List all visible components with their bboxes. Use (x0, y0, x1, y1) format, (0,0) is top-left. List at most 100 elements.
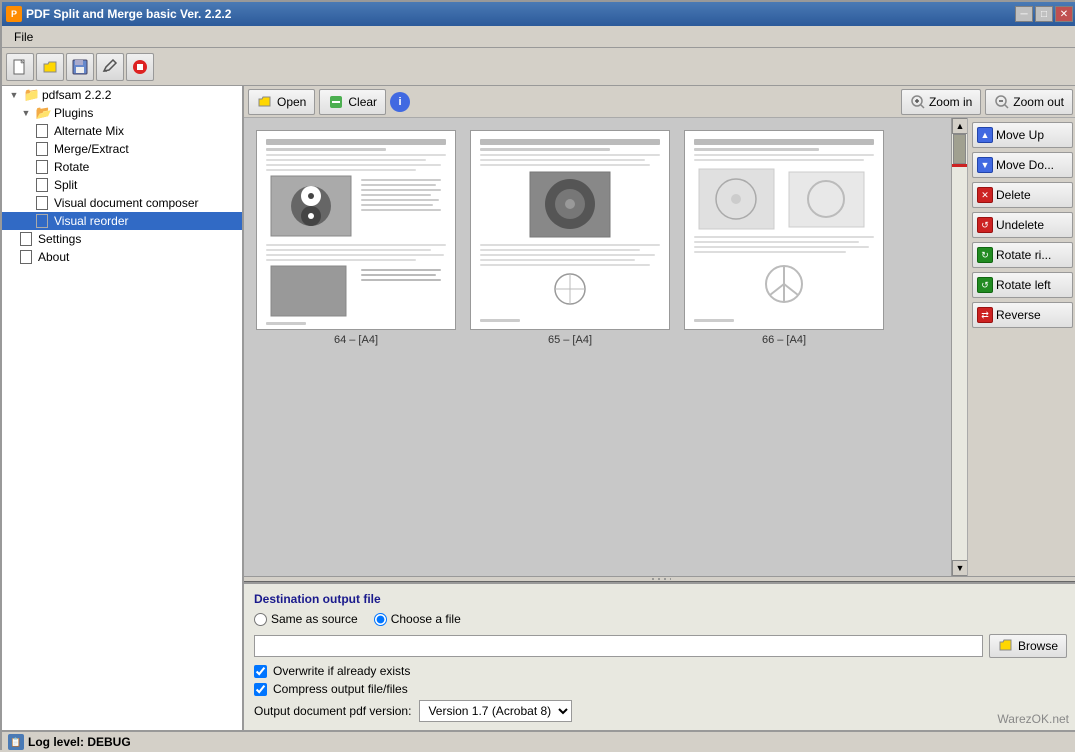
clear-button[interactable]: Clear (319, 89, 386, 115)
menu-file[interactable]: File (6, 28, 41, 46)
expand-icon: ▼ (6, 87, 22, 103)
page-label-64: 64 – [A4] (334, 334, 378, 346)
main-toolbar (2, 48, 1075, 86)
output-section: Destination output file Same as source C… (244, 582, 1075, 730)
move-up-icon: ▲ (977, 127, 993, 143)
page-image-66 (684, 130, 884, 330)
overwrite-label[interactable]: Overwrite if already exists (273, 664, 410, 678)
preview-area: 64 – [A4] (244, 118, 967, 576)
output-file-row: Browse (254, 634, 1067, 658)
file-icon (34, 195, 50, 211)
radio-choose-input[interactable] (374, 613, 387, 626)
file-icon (18, 249, 34, 265)
overwrite-row: Overwrite if already exists (254, 664, 1067, 678)
toolbar-save-button[interactable] (66, 53, 94, 81)
page-thumb-66[interactable]: 66 – [A4] (682, 128, 886, 348)
radio-group: Same as source Choose a file (254, 612, 1067, 626)
watermark-text: WarezOK.net (997, 712, 1069, 726)
sidebar-item-pdfsam[interactable]: ▼ 📁 pdfsam 2.2.2 (2, 86, 242, 104)
sidebar-item-split[interactable]: Split (2, 176, 242, 194)
toolbar-open-button[interactable] (36, 53, 64, 81)
page-list[interactable]: 64 – [A4] (244, 118, 967, 576)
file-icon (34, 159, 50, 175)
maximize-button[interactable]: □ (1035, 6, 1053, 22)
minimize-button[interactable]: ─ (1015, 6, 1033, 22)
delete-button[interactable]: ✕ Delete (972, 182, 1073, 208)
radio-choose-file[interactable]: Choose a file (374, 612, 461, 626)
move-up-button[interactable]: ▲ Move Up (972, 122, 1073, 148)
sidebar-item-visual-composer[interactable]: Visual document composer (2, 194, 242, 212)
folder-icon: 📁 (24, 87, 40, 103)
zoom-in-button[interactable]: Zoom in (901, 89, 981, 115)
info-button[interactable]: i (390, 92, 410, 112)
clear-icon (328, 94, 344, 110)
sidebar-item-settings[interactable]: Settings (2, 230, 242, 248)
log-header: 📋 Log level: DEBUG (2, 730, 1075, 752)
close-button[interactable]: ✕ (1055, 6, 1073, 22)
folder-icon: 📂 (36, 105, 52, 121)
page-thumb-65[interactable]: 65 – [A4] (468, 128, 672, 348)
overwrite-checkbox[interactable] (254, 665, 267, 678)
compress-label[interactable]: Compress output file/files (273, 682, 408, 696)
radio-same-input[interactable] (254, 613, 267, 626)
file-icon (34, 123, 50, 139)
sidebar-item-alternate-mix[interactable]: Alternate Mix (2, 122, 242, 140)
page-thumb-64[interactable]: 64 – [A4] (254, 128, 458, 348)
pdf-version-row: Output document pdf version: Version 1.2… (254, 700, 1067, 722)
rotate-left-button[interactable]: ↺ Rotate left (972, 272, 1073, 298)
page-label-65: 65 – [A4] (548, 334, 592, 346)
rotate-right-button[interactable]: ↻ Rotate ri... (972, 242, 1073, 268)
scroll-down-btn[interactable]: ▼ (952, 560, 967, 576)
zoom-out-button[interactable]: Zoom out (985, 89, 1073, 115)
file-icon (34, 141, 50, 157)
undelete-icon: ↺ (977, 217, 993, 233)
compress-checkbox[interactable] (254, 683, 267, 696)
output-title: Destination output file (254, 592, 1067, 606)
toolbar-run-button[interactable] (126, 53, 154, 81)
radio-same-source[interactable]: Same as source (254, 612, 358, 626)
file-icon (34, 213, 50, 229)
move-down-button[interactable]: ▼ Move Do... (972, 152, 1073, 178)
log-icon: 📋 (8, 734, 24, 750)
sidebar-item-merge[interactable]: Merge/Extract (2, 140, 242, 158)
app-icon: P (6, 6, 22, 22)
toolbar-new-button[interactable] (6, 53, 34, 81)
page-label-66: 66 – [A4] (762, 334, 806, 346)
right-panel: Open Clear i Zoom in Zoom ou (244, 86, 1075, 730)
scroll-marker (952, 164, 967, 167)
watermark: WarezOK.net (997, 712, 1069, 726)
undelete-button[interactable]: ↺ Undelete (972, 212, 1073, 238)
file-icon (34, 177, 50, 193)
browse-button[interactable]: Browse (989, 634, 1067, 658)
pdf-version-label: Output document pdf version: (254, 704, 411, 718)
title-bar: P PDF Split and Merge basic Ver. 2.2.2 ─… (2, 2, 1075, 26)
open-button[interactable]: Open (248, 89, 315, 115)
menu-bar: File (2, 26, 1075, 48)
compress-row: Compress output file/files (254, 682, 1067, 696)
window-title: PDF Split and Merge basic Ver. 2.2.2 (26, 7, 231, 21)
zoom-toolbar: Zoom in Zoom out (901, 89, 1073, 115)
pdf-version-select[interactable]: Version 1.2 (Acrobat 3) Version 1.3 (Acr… (419, 700, 572, 722)
sidebar-item-rotate[interactable]: Rotate (2, 158, 242, 176)
file-icon (18, 231, 34, 247)
delete-icon: ✕ (977, 187, 993, 203)
preview-scrollbar[interactable]: ▲ ▼ (951, 118, 967, 576)
sidebar-item-plugins[interactable]: ▼ 📂 Plugins (2, 104, 242, 122)
plugin-toolbar: Open Clear i Zoom in Zoom ou (244, 86, 1075, 118)
output-file-input[interactable] (254, 635, 983, 657)
scroll-up-btn[interactable]: ▲ (952, 118, 967, 134)
toolbar-edit-button[interactable] (96, 53, 124, 81)
action-panel: ▲ Move Up ▼ Move Do... ✕ Delete ↺ Undele… (967, 118, 1075, 576)
window-controls[interactable]: ─ □ ✕ (1015, 6, 1073, 22)
rotate-right-icon: ↻ (977, 247, 993, 263)
open-icon (257, 94, 273, 110)
sidebar: ▼ 📁 pdfsam 2.2.2 ▼ 📂 Plugins Alternate M… (2, 86, 244, 730)
sidebar-item-visual-reorder[interactable]: Visual reorder (2, 212, 242, 230)
reverse-button[interactable]: ⇄ Reverse (972, 302, 1073, 328)
page-image-64 (256, 130, 456, 330)
move-down-icon: ▼ (977, 157, 993, 173)
scroll-thumb[interactable] (953, 134, 966, 164)
sidebar-item-about[interactable]: About (2, 248, 242, 266)
log-level-label: Log level: DEBUG (28, 735, 131, 749)
expand-icon: ▼ (18, 105, 34, 121)
